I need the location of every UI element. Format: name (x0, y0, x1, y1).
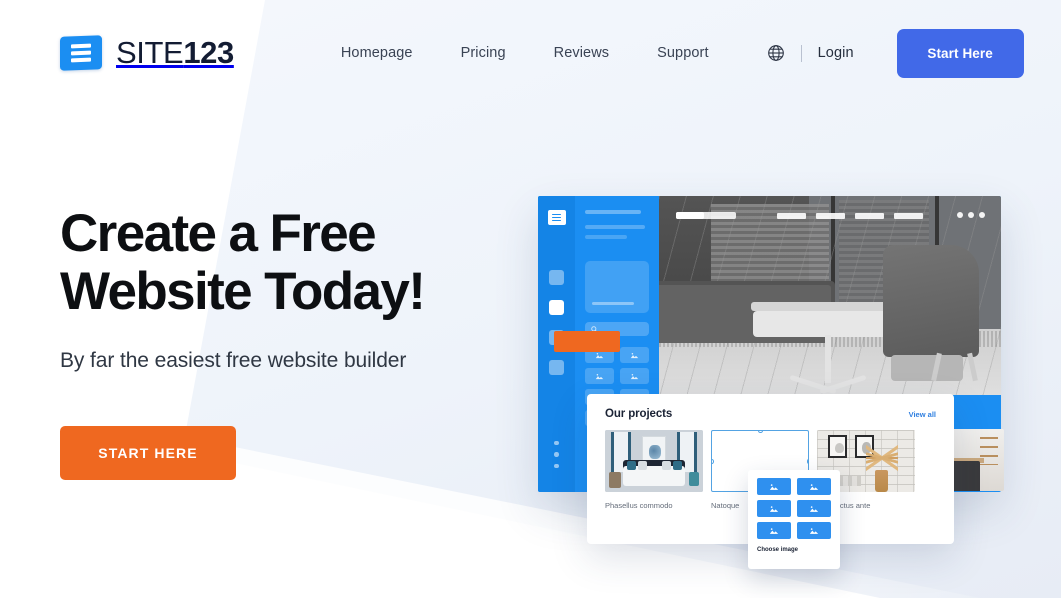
logo-text-light: SITE (116, 35, 184, 70)
placeholder-line (585, 210, 641, 214)
hamburger-logo-icon (60, 35, 102, 71)
project-thumbnail-living-room[interactable] (605, 430, 703, 492)
header-divider (800, 44, 802, 62)
image-placeholder-icon[interactable] (620, 347, 649, 363)
resize-handle-right[interactable] (806, 459, 808, 464)
site-logo[interactable]: SITE123 (60, 35, 234, 71)
nav-item-homepage[interactable]: Homepage (317, 45, 437, 61)
placeholder-card (585, 261, 649, 313)
placeholder-line (585, 235, 627, 239)
hero-subtitle: By far the easiest free website builder (60, 349, 407, 372)
choose-image-label: Choose image (757, 547, 799, 553)
view-all-link[interactable]: View all (909, 410, 936, 419)
mockup-sidebar-items (549, 270, 564, 375)
image-placeholder-icon[interactable] (797, 478, 831, 495)
image-placeholder-icon[interactable] (757, 522, 791, 539)
projects-card-header: Our projects View all (587, 394, 954, 420)
nav-item-support[interactable]: Support (633, 45, 733, 61)
panel-icon-4[interactable] (549, 360, 564, 375)
login-link[interactable]: Login (818, 45, 854, 61)
preview-logo-bar-accent (676, 212, 704, 219)
panel-icon-2[interactable] (549, 300, 564, 315)
image-placeholder-icon[interactable] (757, 478, 791, 495)
logo-text-bold: 123 (183, 35, 234, 70)
start-here-cta-button[interactable]: START HERE (60, 426, 236, 480)
preview-accent-block (554, 331, 620, 352)
image-placeholder-icon[interactable] (797, 522, 831, 539)
editor-logo-icon (547, 210, 566, 225)
placeholder-line (585, 225, 645, 229)
image-placeholder-icon[interactable] (797, 500, 831, 517)
image-placeholder-icon[interactable] (757, 500, 791, 517)
globe-icon[interactable] (767, 44, 785, 62)
resize-handle-top[interactable] (758, 431, 763, 433)
image-placeholder-icon[interactable] (620, 368, 649, 384)
hero-content: Create a Free Website Today! By far the … (60, 204, 426, 480)
panel-icon-1[interactable] (549, 270, 564, 285)
choose-image-grid (757, 478, 831, 539)
image-placeholder-icon[interactable] (585, 368, 614, 384)
nav-item-reviews[interactable]: Reviews (530, 45, 634, 61)
preview-top-bar (659, 196, 1001, 234)
hero-page: SITE123 Homepage Pricing Reviews Support… (0, 0, 1061, 598)
start-here-header-button[interactable]: Start Here (896, 28, 1024, 78)
resize-handle-left[interactable] (712, 459, 714, 464)
projects-card-title: Our projects (605, 408, 673, 420)
project-item[interactable]: Phasellus commodo (605, 430, 703, 510)
site-header: SITE123 Homepage Pricing Reviews Support… (0, 0, 1061, 106)
three-dots-icon[interactable] (957, 212, 985, 218)
nav-item-pricing[interactable]: Pricing (437, 45, 530, 61)
logo-text: SITE123 (116, 35, 234, 71)
mockup-site-preview (659, 196, 1001, 395)
choose-image-popover: Choose image (748, 470, 840, 569)
vertical-dots-icon[interactable] (554, 440, 559, 468)
project-caption: Phasellus commodo (605, 501, 673, 510)
preview-nav-bars (777, 213, 923, 219)
page-title: Create a Free Website Today! (60, 204, 426, 321)
main-nav: Homepage Pricing Reviews Support Login S… (317, 28, 1024, 78)
